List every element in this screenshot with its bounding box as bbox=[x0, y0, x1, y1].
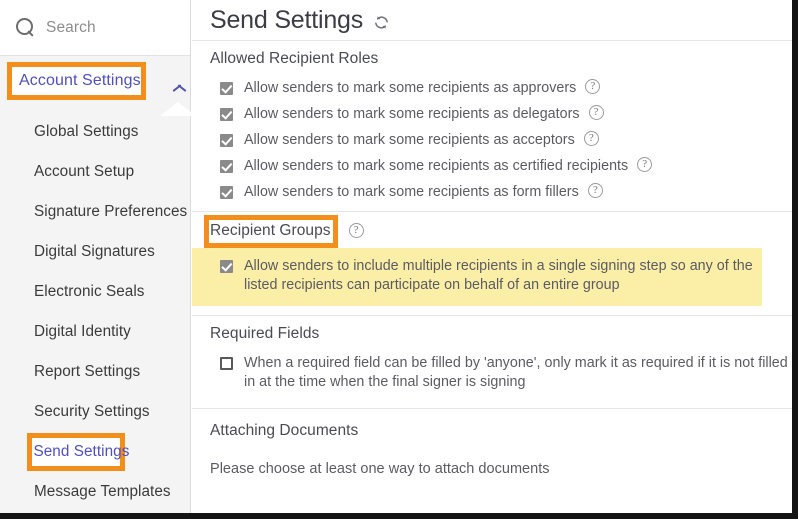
sidebar-item-signature-preferences[interactable]: Signature Preferences bbox=[0, 192, 190, 232]
setting-row-certified-recipients[interactable]: Allow senders to mark some recipients as… bbox=[192, 153, 792, 179]
section-title: Allowed Recipient Roles bbox=[210, 50, 379, 67]
sidebar-item-label: Digital Signatures bbox=[34, 243, 155, 260]
section-allowed-recipient-roles: Allowed Recipient Roles Allow senders to… bbox=[192, 41, 792, 211]
checkbox-acceptors[interactable] bbox=[220, 133, 233, 147]
sidebar-item-digital-signatures[interactable]: Digital Signatures bbox=[0, 232, 190, 272]
attaching-documents-note: Please choose at least one way to attach… bbox=[210, 460, 550, 477]
checkbox-form-fillers[interactable] bbox=[220, 185, 233, 199]
sidebar-item-label: Report Settings bbox=[34, 363, 141, 380]
search-icon bbox=[16, 18, 35, 37]
setting-label: Allow senders to mark some recipients as… bbox=[244, 157, 629, 174]
setting-label: When a required field can be filled by '… bbox=[244, 354, 788, 390]
search-placeholder: Search bbox=[46, 18, 96, 36]
setting-row-required-fields[interactable]: When a required field can be filled by '… bbox=[192, 350, 792, 401]
setting-row-acceptors[interactable]: Allow senders to mark some recipients as… bbox=[192, 127, 792, 153]
section-title: Recipient Groups bbox=[210, 221, 331, 239]
section-required-fields: Required Fields When a required field ca… bbox=[192, 316, 792, 401]
section-title-recipient-groups: Recipient Groups ? bbox=[192, 212, 792, 248]
checkbox-approvers[interactable] bbox=[220, 81, 233, 95]
sidebar-item-report-settings[interactable]: Report Settings bbox=[0, 352, 190, 392]
application-window: Search Account Settings Global Settings … bbox=[0, 0, 798, 519]
sidebar-item-electronic-seals[interactable]: Electronic Seals bbox=[0, 272, 190, 312]
setting-label: Allow senders to mark some recipients as… bbox=[244, 131, 575, 148]
help-icon[interactable]: ? bbox=[585, 78, 601, 94]
help-icon[interactable]: ? bbox=[587, 182, 603, 198]
checkbox-delegators[interactable] bbox=[220, 107, 233, 121]
main-content: Send Settings Allowed Recipient Roles Al… bbox=[192, 0, 792, 513]
sidebar-item-label: Signature Preferences bbox=[34, 203, 188, 220]
help-icon[interactable]: ? bbox=[348, 223, 364, 238]
annotation-box-account-settings: Account Settings bbox=[7, 62, 146, 100]
sidebar-item-label: Electronic Seals bbox=[34, 283, 145, 300]
sidebar-item-digital-identity[interactable]: Digital Identity bbox=[0, 312, 190, 352]
help-icon[interactable]: ? bbox=[588, 104, 604, 120]
checkbox-recipient-groups[interactable] bbox=[220, 259, 233, 273]
page-title: Send Settings bbox=[210, 5, 364, 34]
setting-label: Allow senders to mark some recipients as… bbox=[244, 79, 577, 96]
section-recipient-groups: Recipient Groups ? Allow senders to incl… bbox=[192, 212, 792, 306]
setting-row-recipient-groups[interactable]: Allow senders to include multiple recipi… bbox=[192, 247, 762, 306]
sidebar-item-label: Global Settings bbox=[34, 123, 139, 140]
page-header: Send Settings bbox=[192, 0, 792, 40]
section-title: Attaching Documents bbox=[210, 421, 359, 439]
search-input[interactable]: Search bbox=[0, 0, 190, 56]
sidebar-item-message-templates[interactable]: Message Templates bbox=[0, 472, 190, 512]
sidebar-item-send-settings[interactable]: Send Settings bbox=[0, 432, 190, 472]
sidebar: Search Account Settings Global Settings … bbox=[0, 0, 196, 513]
setting-row-approvers[interactable]: Allow senders to mark some recipients as… bbox=[192, 75, 792, 101]
sidebar-nav-list: Global Settings Account Setup Signature … bbox=[0, 112, 190, 512]
sidebar-item-label: Security Settings bbox=[34, 403, 150, 420]
section-title: Required Fields bbox=[210, 324, 320, 342]
sidebar-item-label: Account Setup bbox=[34, 163, 135, 180]
setting-label: Allow senders to mark some recipients as… bbox=[244, 183, 579, 200]
sidebar-item-label: Digital Identity bbox=[34, 323, 131, 340]
section-attaching-documents: Attaching Documents Please choose at lea… bbox=[192, 409, 792, 487]
sidebar-account-settings-label: Account Settings bbox=[19, 72, 141, 89]
checkbox-required-fields[interactable] bbox=[220, 356, 233, 370]
chevron-up-icon[interactable] bbox=[171, 80, 188, 90]
help-icon[interactable]: ? bbox=[583, 130, 599, 146]
sidebar-item-global-settings[interactable]: Global Settings bbox=[0, 112, 190, 152]
sidebar-item-security-settings[interactable]: Security Settings bbox=[0, 392, 190, 432]
checkbox-certified-recipients[interactable] bbox=[220, 159, 233, 173]
sidebar-item-label: Message Templates bbox=[34, 483, 171, 500]
setting-row-delegators[interactable]: Allow senders to mark some recipients as… bbox=[192, 101, 792, 127]
setting-label: Allow senders to mark some recipients as… bbox=[244, 105, 580, 122]
sidebar-item-account-setup[interactable]: Account Setup bbox=[0, 152, 190, 192]
help-icon[interactable]: ? bbox=[637, 156, 653, 172]
refresh-icon[interactable] bbox=[373, 14, 390, 31]
sidebar-item-label: Send Settings bbox=[33, 443, 130, 460]
setting-label: Allow senders to include multiple recipi… bbox=[244, 257, 753, 293]
setting-row-form-fillers[interactable]: Allow senders to mark some recipients as… bbox=[192, 179, 792, 211]
